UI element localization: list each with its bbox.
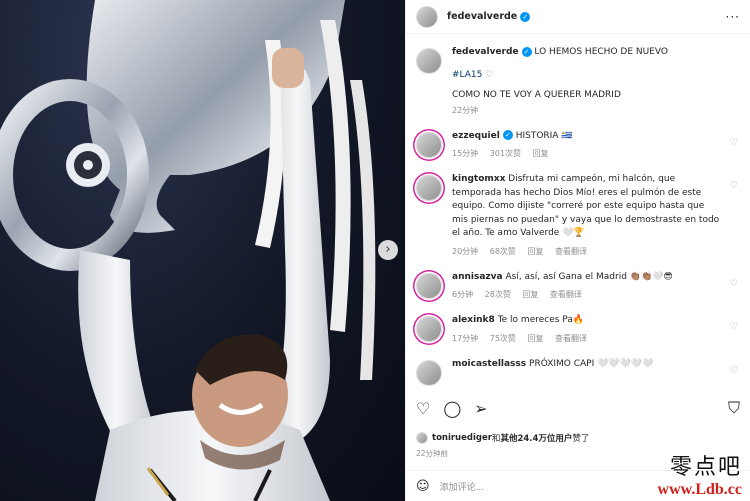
like-comment-heart-icon[interactable]: ♡ xyxy=(730,138,738,148)
likes-and: 和 xyxy=(491,434,501,444)
see-translation-button[interactable]: 查看翻译 xyxy=(550,290,582,299)
like-comment-heart-icon[interactable]: ♡ xyxy=(730,279,738,289)
caption-avatar[interactable] xyxy=(416,48,442,74)
comment-likes[interactable]: 301次赞 xyxy=(490,149,521,158)
comment-bubble-icon[interactable]: ◯ xyxy=(443,399,461,418)
reply-button[interactable]: 回复 xyxy=(533,149,549,158)
comment-likes[interactable]: 28次赞 xyxy=(485,290,511,299)
bookmark-icon[interactable]: ⛉ xyxy=(728,398,740,418)
like-comment-heart-icon[interactable]: ♡ xyxy=(730,366,738,376)
liker-avatar xyxy=(416,432,428,444)
comment-item: ezzequiel ✓ HISTORIA 🇺🇾 15分钟 301次赞 回复 ♡ xyxy=(416,130,740,160)
comments-list[interactable]: fedevalverde ✓ LO HEMOS HECHO DE NUEVO #L… xyxy=(406,34,750,390)
comment-text: HISTORIA 🇺🇾 xyxy=(515,130,573,141)
post-photo: › xyxy=(0,0,405,501)
post-panel: fedevalverde ✓ ··· fedevalverde ✓ LO HEMO… xyxy=(405,0,750,501)
like-comment-heart-icon[interactable]: ♡ xyxy=(730,181,738,191)
likes-summary[interactable]: toniruediger 和其他24.4万位用户 赞了 xyxy=(416,432,589,444)
comment-text: PRÓXIMO CAPI 🤍🤍🤍🤍🤍 xyxy=(529,358,654,369)
more-horizontal-icon[interactable]: ··· xyxy=(726,10,740,24)
photo-illustration xyxy=(0,0,376,501)
comment-time: 15分钟 xyxy=(452,149,479,158)
watermark-title: 零点吧 xyxy=(669,455,742,480)
commenter-username[interactable]: kingtomxx xyxy=(452,174,505,184)
commenter-avatar[interactable] xyxy=(416,131,442,158)
share-send-icon[interactable]: ➢ xyxy=(474,399,487,418)
comment-likes[interactable]: 75次赞 xyxy=(490,334,516,343)
add-comment-input[interactable]: 添加评论... xyxy=(440,480,485,493)
comment-text: Así, así, así Gana el Madrid 👏🏽👏🏽🤍😎 xyxy=(505,271,673,282)
post-time: 22分钟前 xyxy=(416,449,449,458)
reply-button[interactable]: 回复 xyxy=(527,247,543,256)
comment-item: alexink8 Te lo mereces Pa🔥 17分钟 75次赞 回复 … xyxy=(416,314,740,344)
commenter-username[interactable]: moicastellasss xyxy=(452,359,526,369)
comment-time: 20分钟 xyxy=(452,246,479,256)
commenter-avatar[interactable] xyxy=(416,272,442,299)
commenter-username[interactable]: alexink8 xyxy=(452,315,495,325)
liker-username[interactable]: toniruediger xyxy=(432,433,492,443)
caption-time: 22分钟 xyxy=(452,105,479,115)
comment-item: kingtomxx Disfruta mi campeón, mi halcón… xyxy=(416,173,740,257)
commenter-username[interactable]: ezzequiel xyxy=(452,131,500,141)
verified-icon: ✓ xyxy=(502,130,513,140)
comment-item: annisazva Así, así, así Gana el Madrid 👏… xyxy=(416,271,740,301)
hashtag-link[interactable]: #LA15 xyxy=(452,70,482,80)
white-heart-icon: ♡ xyxy=(485,69,494,80)
caption-line2: COMO NO TE VOY A QUERER MADRID xyxy=(452,89,621,100)
commenter-avatar[interactable] xyxy=(416,316,442,342)
comment-item: moicastellasss PRÓXIMO CAPI 🤍🤍🤍🤍🤍 ♡ xyxy=(416,358,740,386)
like-heart-icon[interactable]: ♡ xyxy=(416,399,430,418)
commenter-avatar[interactable] xyxy=(416,359,442,386)
reply-button[interactable]: 回复 xyxy=(527,334,543,343)
commenter-avatar[interactable] xyxy=(416,175,442,201)
caption-text: fedevalverde ✓ LO HEMOS HECHO DE NUEVO xyxy=(452,46,722,60)
caption: fedevalverde ✓ LO HEMOS HECHO DE NUEVO #L… xyxy=(416,46,740,116)
reply-button[interactable]: 回复 xyxy=(522,290,538,299)
see-translation-button[interactable]: 查看翻译 xyxy=(555,247,587,256)
site-watermark: 零点吧 www.Ldb.cc xyxy=(658,449,742,499)
comment-time: 6分钟 xyxy=(452,290,474,299)
likes-suffix: 赞了 xyxy=(572,434,590,444)
commenter-username[interactable]: annisazva xyxy=(452,272,503,282)
like-comment-heart-icon[interactable]: ♡ xyxy=(730,322,738,332)
comment-text: Te lo mereces Pa🔥 xyxy=(497,315,585,325)
verified-icon: ✓ xyxy=(521,46,532,57)
next-photo-button[interactable]: › xyxy=(378,240,398,260)
emoji-icon[interactable]: ☺ xyxy=(416,479,430,494)
see-translation-button[interactable]: 查看翻译 xyxy=(555,334,587,343)
likes-others[interactable]: 其他24.4万位用户 xyxy=(500,432,572,444)
comment-time: 17分钟 xyxy=(452,333,479,343)
author-avatar[interactable] xyxy=(416,5,438,28)
caption-main-text: LO HEMOS HECHO DE NUEVO xyxy=(534,47,668,57)
author-username[interactable]: fedevalverde xyxy=(447,11,517,22)
verified-icon: ✓ xyxy=(520,11,531,22)
watermark-url: www.Ldb.cc xyxy=(657,481,742,498)
post-actions: ♡ ◯ ➢ ⛉ xyxy=(416,398,740,418)
caption-username[interactable]: fedevalverde xyxy=(452,47,519,57)
comment-likes[interactable]: 68次赞 xyxy=(490,247,516,256)
post-header: fedevalverde ✓ ··· xyxy=(406,0,750,34)
